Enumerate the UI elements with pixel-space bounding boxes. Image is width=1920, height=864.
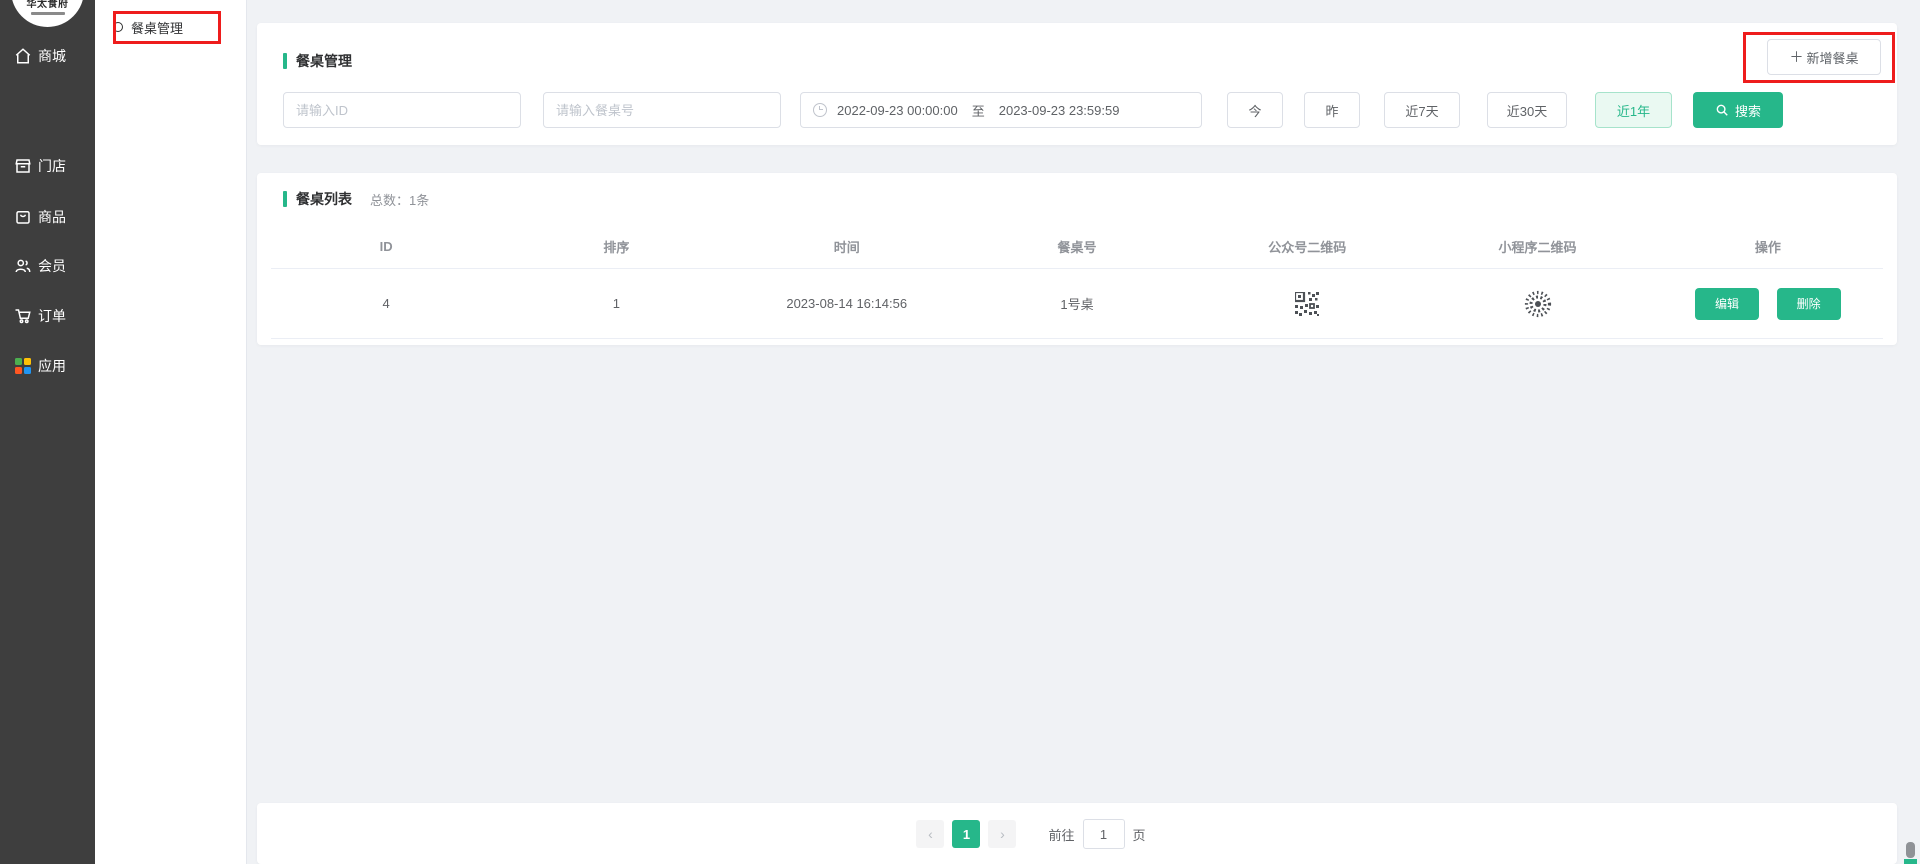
scrollbar-end-marker xyxy=(1904,859,1917,864)
scrollbar-thumb[interactable] xyxy=(1906,842,1915,858)
sidebar-item-label: 商城 xyxy=(38,46,66,66)
qrcode-icon[interactable] xyxy=(1295,292,1319,316)
edit-button[interactable]: 编辑 xyxy=(1695,288,1759,320)
col-header-actions: 操作 xyxy=(1653,237,1883,256)
table-header-row: ID 排序 时间 餐桌号 公众号二维码 小程序二维码 操作 xyxy=(271,225,1883,269)
radio-dot-icon xyxy=(113,22,123,32)
cell-id: 4 xyxy=(271,296,501,311)
apps-icon xyxy=(13,357,32,376)
date-separator: 至 xyxy=(972,101,985,120)
section-accent-bar xyxy=(283,191,287,207)
sidebar-item-label: 会员 xyxy=(38,256,66,276)
goto-label: 前往 xyxy=(1048,825,1074,844)
members-icon xyxy=(13,257,32,276)
col-header-official-qr: 公众号二维码 xyxy=(1192,237,1422,256)
home-icon xyxy=(13,47,32,66)
miniprogram-code-icon[interactable] xyxy=(1524,290,1552,318)
brand-logo: 华太食府 xyxy=(11,0,84,27)
date-start: 2022-09-23 00:00:00 xyxy=(837,103,958,118)
cell-miniprogram-qr xyxy=(1422,290,1652,318)
list-title-row: 餐桌列表 总数：1条 xyxy=(283,189,429,209)
col-header-time: 时间 xyxy=(732,237,962,256)
col-header-miniprogram-qr: 小程序二维码 xyxy=(1422,237,1652,256)
sidebar-item-label: 订单 xyxy=(38,306,66,326)
quick-filter-1year[interactable]: 近1年 xyxy=(1595,92,1672,128)
quick-filter-today[interactable]: 今 xyxy=(1227,92,1283,128)
sidebar-item-orders[interactable]: 订单 xyxy=(0,302,95,330)
sidebar-item-label: 商品 xyxy=(38,207,66,227)
id-input[interactable] xyxy=(283,92,521,128)
col-header-table-no: 餐桌号 xyxy=(962,237,1192,256)
submenu-item-label: 餐桌管理 xyxy=(131,18,183,37)
main-sidebar: 华太食府 商城 门店 商品 会员 xyxy=(0,0,95,864)
page-title: 餐桌管理 xyxy=(296,51,352,71)
sidebar-item-store[interactable]: 门店 xyxy=(0,152,95,180)
plus-icon: ＋ xyxy=(1789,47,1803,67)
brand-logo-subline xyxy=(31,12,65,15)
sidebar-item-members[interactable]: 会员 xyxy=(0,252,95,280)
goto-page-input[interactable] xyxy=(1083,819,1125,849)
col-header-sort: 排序 xyxy=(501,237,731,256)
quick-filter-yesterday[interactable]: 昨 xyxy=(1304,92,1360,128)
next-page-button[interactable]: › xyxy=(988,820,1016,848)
col-header-id: ID xyxy=(271,239,501,254)
tables-table: ID 排序 时间 餐桌号 公众号二维码 小程序二维码 操作 4 1 2023-0… xyxy=(271,225,1883,339)
pagination-bar: ‹ 1 › 前往 页 xyxy=(257,803,1897,864)
delete-button[interactable]: 删除 xyxy=(1777,288,1841,320)
clock-icon xyxy=(813,103,827,117)
date-end: 2023-09-23 23:59:59 xyxy=(999,103,1120,118)
cell-table-no: 1号桌 xyxy=(962,294,1192,313)
submenu-panel: 餐桌管理 xyxy=(95,0,247,864)
goods-icon xyxy=(13,208,32,227)
page-unit-label: 页 xyxy=(1133,825,1146,844)
cart-icon xyxy=(13,307,32,326)
brand-logo-text: 华太食府 xyxy=(27,0,69,10)
sidebar-item-label: 门店 xyxy=(38,156,66,176)
sidebar-item-mall[interactable]: 商城 xyxy=(0,42,95,70)
current-page-button[interactable]: 1 xyxy=(952,820,980,848)
sidebar-item-apps[interactable]: 应用 xyxy=(0,352,95,380)
section-accent-bar xyxy=(283,53,287,69)
table-row: 4 1 2023-08-14 16:14:56 1号桌 xyxy=(271,269,1883,339)
table-number-input[interactable] xyxy=(543,92,781,128)
cell-actions: 编辑 删除 xyxy=(1653,288,1883,320)
list-title: 餐桌列表 xyxy=(296,189,352,209)
submenu-item-table-management[interactable]: 餐桌管理 xyxy=(113,13,183,41)
search-button-label: 搜索 xyxy=(1735,101,1761,120)
date-range-picker[interactable]: 2022-09-23 00:00:00 至 2023-09-23 23:59:5… xyxy=(800,92,1202,128)
search-icon xyxy=(1715,103,1729,117)
total-count-label: 总数：1条 xyxy=(370,190,429,209)
page-title-row: 餐桌管理 xyxy=(283,51,352,71)
cell-sort: 1 xyxy=(501,296,731,311)
sidebar-item-label: 应用 xyxy=(38,356,66,376)
table-management-app: 华太食府 商城 门店 商品 会员 xyxy=(0,0,1920,864)
pagination: ‹ 1 › 前往 页 xyxy=(211,819,1851,849)
table-list-card: 餐桌列表 总数：1条 ID 排序 时间 餐桌号 公众号二维码 小程序二维码 操作… xyxy=(257,173,1897,345)
sidebar-item-goods[interactable]: 商品 xyxy=(0,203,95,231)
search-button[interactable]: 搜索 xyxy=(1693,92,1783,128)
cell-time: 2023-08-14 16:14:56 xyxy=(732,296,962,311)
filter-card: 餐桌管理 ＋ 新增餐桌 2022-09-23 00:00:00 至 2023-0… xyxy=(257,23,1897,145)
store-icon xyxy=(13,157,32,176)
quick-filter-7days[interactable]: 近7天 xyxy=(1384,92,1460,128)
quick-filter-30days[interactable]: 近30天 xyxy=(1487,92,1567,128)
cell-official-qr xyxy=(1192,292,1422,316)
prev-page-button[interactable]: ‹ xyxy=(916,820,944,848)
add-table-button[interactable]: ＋ 新增餐桌 xyxy=(1767,39,1881,75)
add-table-button-label: 新增餐桌 xyxy=(1806,48,1858,67)
goto-page-group: 前往 页 xyxy=(1048,819,1145,849)
